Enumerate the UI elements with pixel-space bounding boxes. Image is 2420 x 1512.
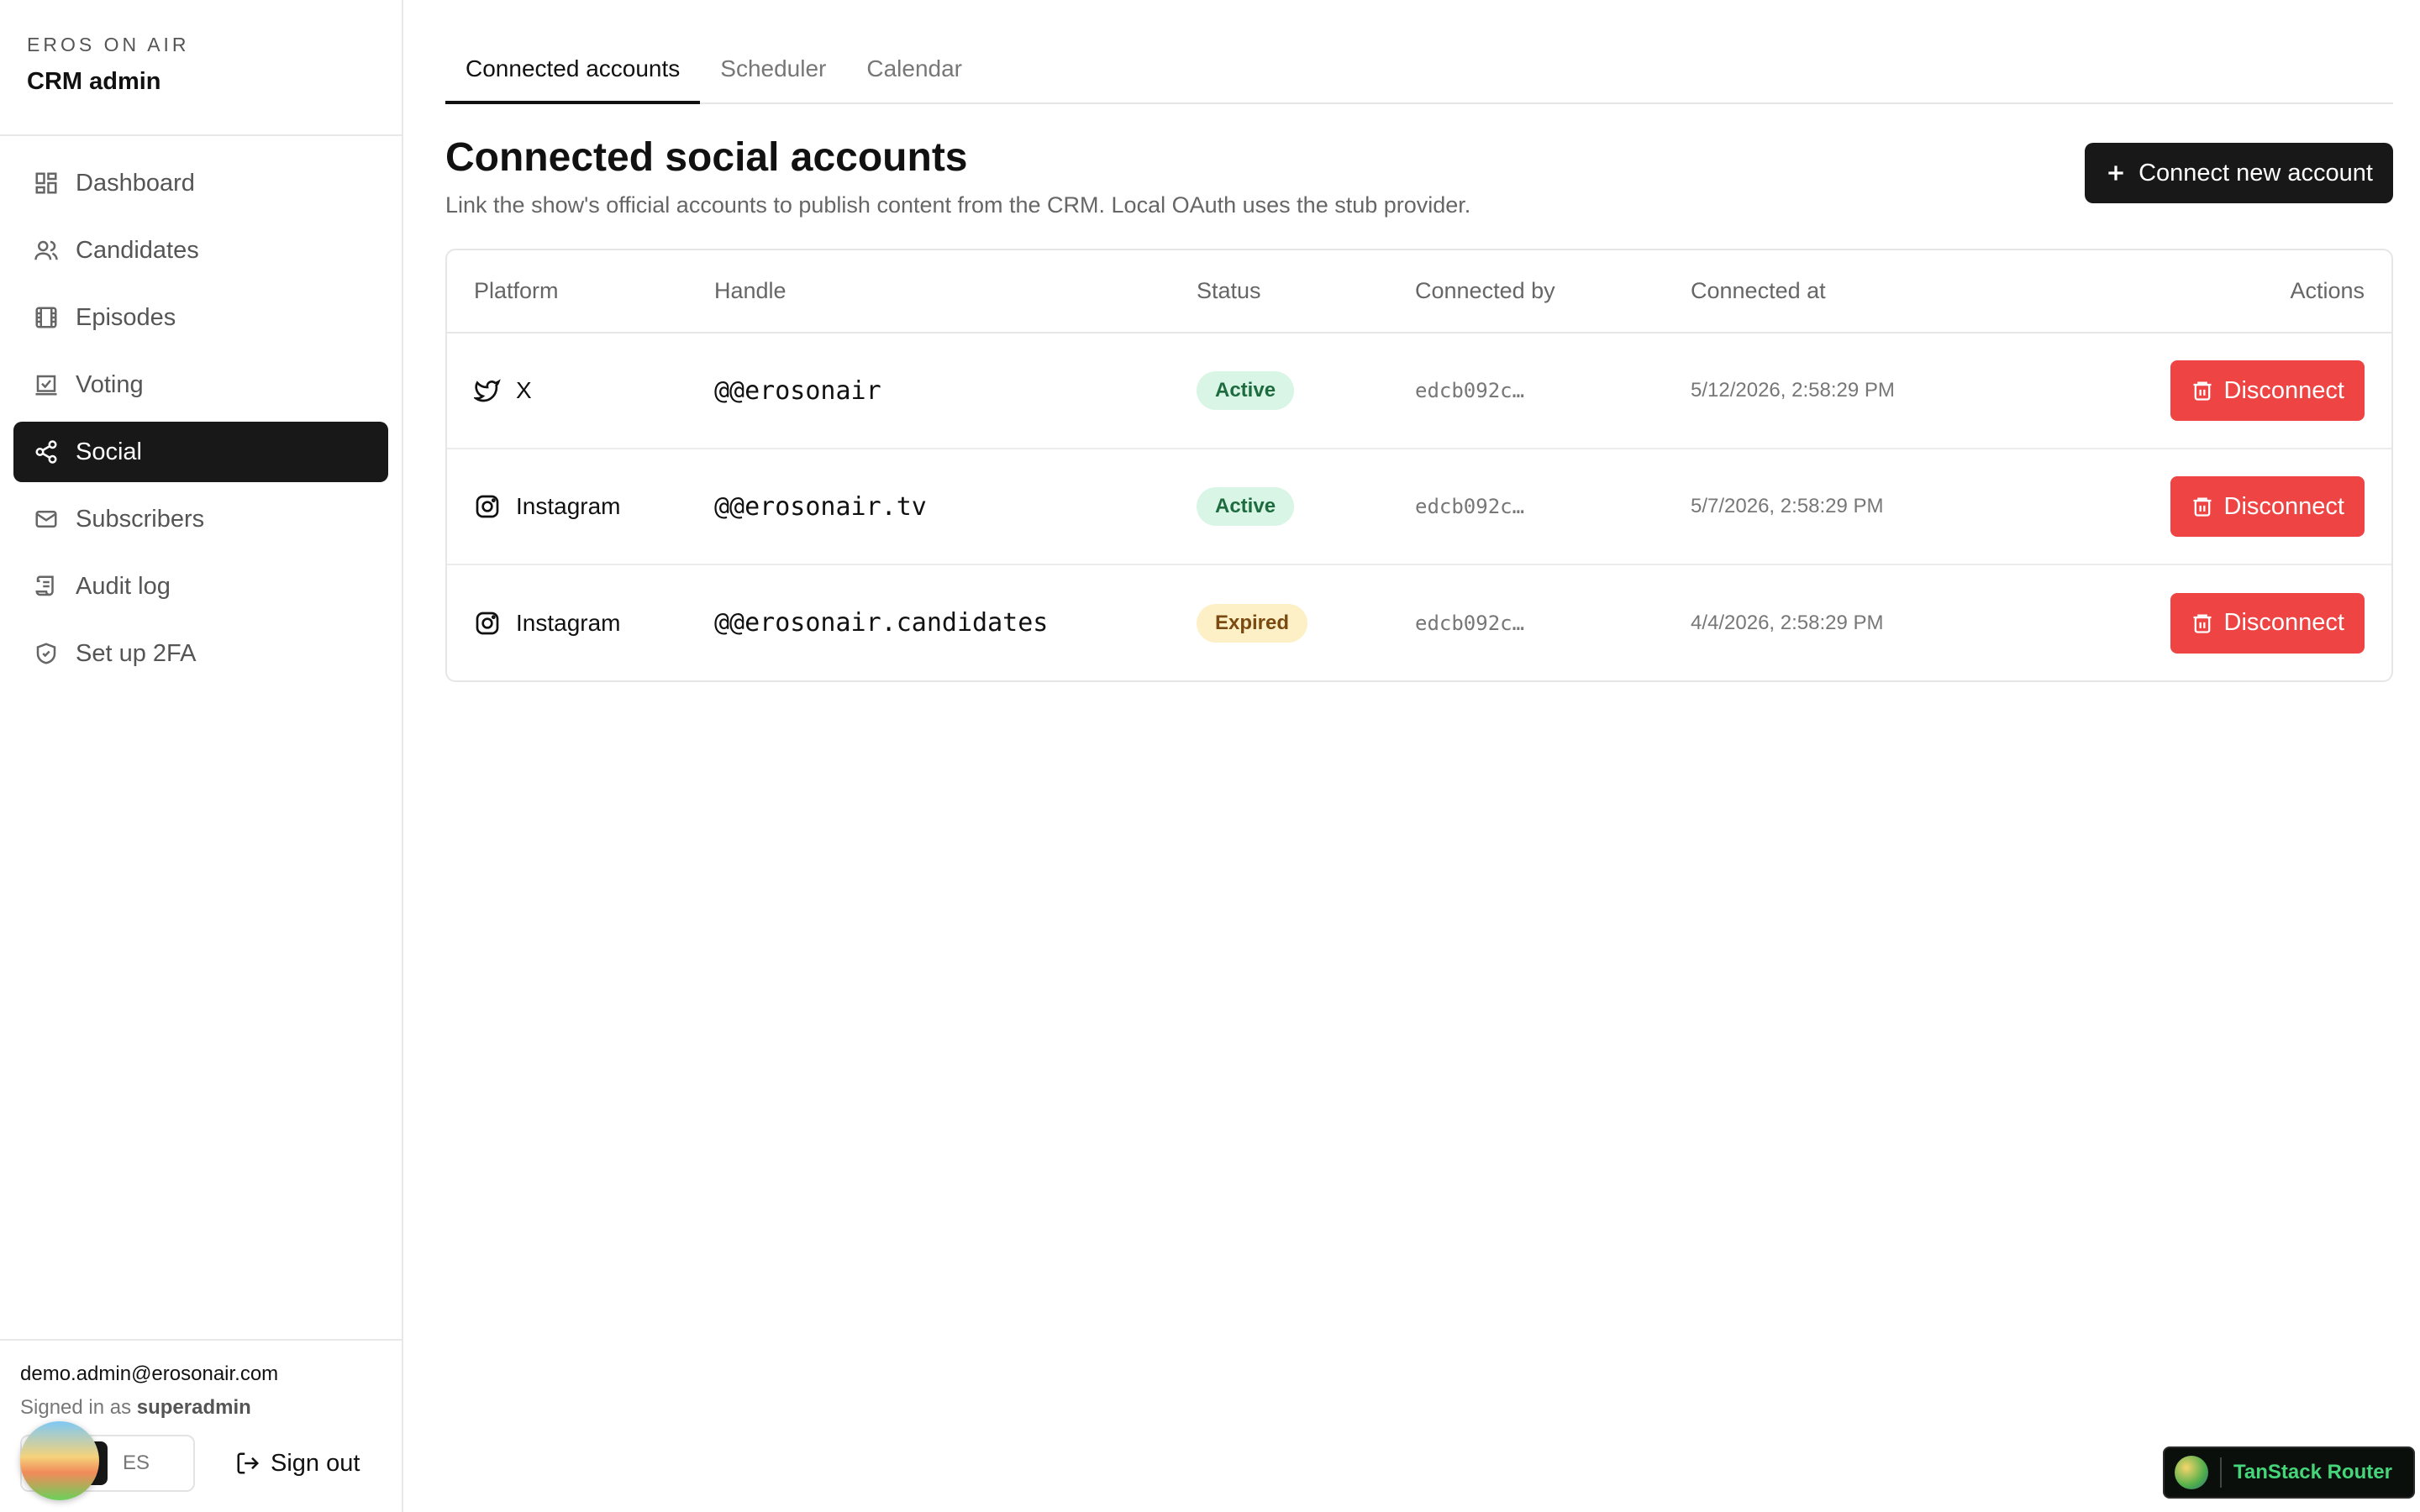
table-row: X @@erosonair Active edcb092c… 5/12/2026… <box>447 333 2391 449</box>
sidebar-item-dashboard[interactable]: Dashboard <box>13 153 388 213</box>
col-actions: Actions <box>2027 250 2391 333</box>
sidebar-item-voting[interactable]: Voting <box>13 354 388 415</box>
tab-bar: Connected accounts Scheduler Calendar <box>445 0 2393 104</box>
main-content: Connected accounts Scheduler Calendar Co… <box>445 0 2393 682</box>
shield-icon <box>34 641 59 666</box>
connected-at-cell: 5/7/2026, 2:58:29 PM <box>1691 449 2027 565</box>
page-header: Connected social accounts Link the show'… <box>445 134 2393 218</box>
sidebar-item-candidates[interactable]: Candidates <box>13 220 388 281</box>
table-header-row: Platform Handle Status Connected by Conn… <box>447 250 2391 333</box>
sidebar-item-social[interactable]: Social <box>13 422 388 482</box>
connected-by-cell: edcb092c… <box>1415 449 1691 565</box>
dashboard-icon <box>34 171 59 196</box>
handle-cell: @@erosonair.tv <box>714 449 1197 565</box>
sidebar-item-label: Voting <box>76 370 144 398</box>
sidebar-item-label: Dashboard <box>76 169 195 197</box>
disconnect-label: Disconnect <box>2223 376 2344 404</box>
accounts-table: Platform Handle Status Connected by Conn… <box>445 249 2393 682</box>
brand-kicker: EROS ON AIR <box>27 34 190 55</box>
col-connected-by: Connected by <box>1415 250 1691 333</box>
connected-at-cell: 4/4/2026, 2:58:29 PM <box>1691 611 1884 634</box>
user-email: demo.admin@erosonair.com <box>20 1362 279 1385</box>
users-icon <box>34 238 59 263</box>
sign-out-label: Sign out <box>271 1449 360 1477</box>
tab-connected-accounts[interactable]: Connected accounts <box>445 55 701 104</box>
mail-icon <box>34 507 59 532</box>
sidebar-item-label: Social <box>76 438 142 465</box>
divider <box>2220 1457 2222 1488</box>
brand-title: CRM admin <box>27 68 161 95</box>
scroll-icon <box>34 574 59 599</box>
role-value: superadmin <box>136 1396 251 1419</box>
platform-cell: Instagram <box>474 493 714 520</box>
connected-by-cell: edcb092c… <box>1415 611 1525 635</box>
twitter-bird-icon <box>474 379 501 402</box>
platform-cell: X <box>474 377 714 404</box>
film-icon <box>34 305 59 330</box>
connect-button-label: Connect new account <box>2139 159 2373 186</box>
disconnect-label: Disconnect <box>2223 609 2344 636</box>
disconnect-button[interactable]: Disconnect <box>2170 476 2365 537</box>
sidebar-item-label: Set up 2FA <box>76 639 197 667</box>
sidebar-item-label: Episodes <box>76 303 176 331</box>
disconnect-button[interactable]: Disconnect <box>2170 592 2365 654</box>
trash-icon <box>2193 381 2212 401</box>
status-badge: Active <box>1197 371 1295 410</box>
plus-icon <box>2108 165 2123 181</box>
tanstack-router-devtools-button[interactable]: TanStack Router <box>2163 1446 2415 1499</box>
tab-calendar[interactable]: Calendar <box>846 55 982 104</box>
sidebar-nav: Dashboard Candidates Episodes Voting Soc… <box>0 136 402 684</box>
col-platform: Platform <box>447 250 714 333</box>
handle-cell: @@erosonair.candidates <box>714 608 1049 638</box>
brand: EROS ON AIR CRM admin <box>0 0 402 136</box>
page-title: Connected social accounts <box>445 135 968 180</box>
connect-new-account-button[interactable]: Connect new account <box>2085 143 2393 203</box>
disconnect-button[interactable]: Disconnect <box>2170 360 2365 421</box>
status-badge: Expired <box>1197 603 1308 643</box>
sidebar-item-subscribers[interactable]: Subscribers <box>13 489 388 549</box>
instagram-icon <box>476 495 499 518</box>
sidebar-item-2fa[interactable]: Set up 2FA <box>13 623 388 684</box>
handle-cell: @@erosonair <box>714 333 1197 449</box>
lang-es-button[interactable]: ES <box>108 1441 165 1485</box>
sidebar-item-label: Subscribers <box>76 505 205 533</box>
tanstack-router-label: TanStack Router <box>2233 1461 2392 1483</box>
sidebar-item-label: Candidates <box>76 236 199 264</box>
user-role: Signed in as superadmin <box>20 1396 381 1420</box>
platform-name: X <box>516 377 532 403</box>
platform-cell: Instagram <box>474 610 714 637</box>
col-connected-at: Connected at <box>1691 250 2027 333</box>
sign-out-icon <box>237 1452 260 1474</box>
vote-icon <box>34 372 59 397</box>
trash-icon <box>2193 497 2212 517</box>
connected-at-cell: 5/12/2026, 2:58:29 PM <box>1691 333 2027 449</box>
col-status: Status <box>1197 250 1415 333</box>
sidebar-item-audit-log[interactable]: Audit log <box>13 556 388 617</box>
devtools-orb-icon[interactable] <box>20 1421 99 1500</box>
share-icon <box>34 439 59 465</box>
table-row: Instagram @@erosonair.tv Active edcb092c… <box>447 449 2391 565</box>
trash-icon <box>2193 614 2212 633</box>
connected-by-cell: edcb092c… <box>1415 333 1691 449</box>
tanstack-logo-icon <box>2175 1456 2208 1489</box>
sidebar-item-episodes[interactable]: Episodes <box>13 287 388 348</box>
sign-out-button[interactable]: Sign out <box>235 1450 360 1478</box>
page-header-text: Connected social accounts Link the show'… <box>445 134 1470 218</box>
platform-name: Instagram <box>516 493 621 519</box>
sidebar: EROS ON AIR CRM admin Dashboard Candidat… <box>0 0 403 1512</box>
role-prefix: Signed in as <box>20 1396 132 1419</box>
instagram-icon <box>476 612 499 634</box>
disconnect-label: Disconnect <box>2223 492 2344 520</box>
page-subtitle: Link the show's official accounts to pub… <box>445 192 1471 218</box>
status-badge: Active <box>1197 487 1295 526</box>
sidebar-item-label: Audit log <box>76 572 171 600</box>
table-row: Instagram @@erosonair.candidates Expired… <box>447 564 2391 680</box>
col-handle: Handle <box>714 250 1197 333</box>
tab-scheduler[interactable]: Scheduler <box>700 55 846 104</box>
platform-name: Instagram <box>516 609 621 636</box>
